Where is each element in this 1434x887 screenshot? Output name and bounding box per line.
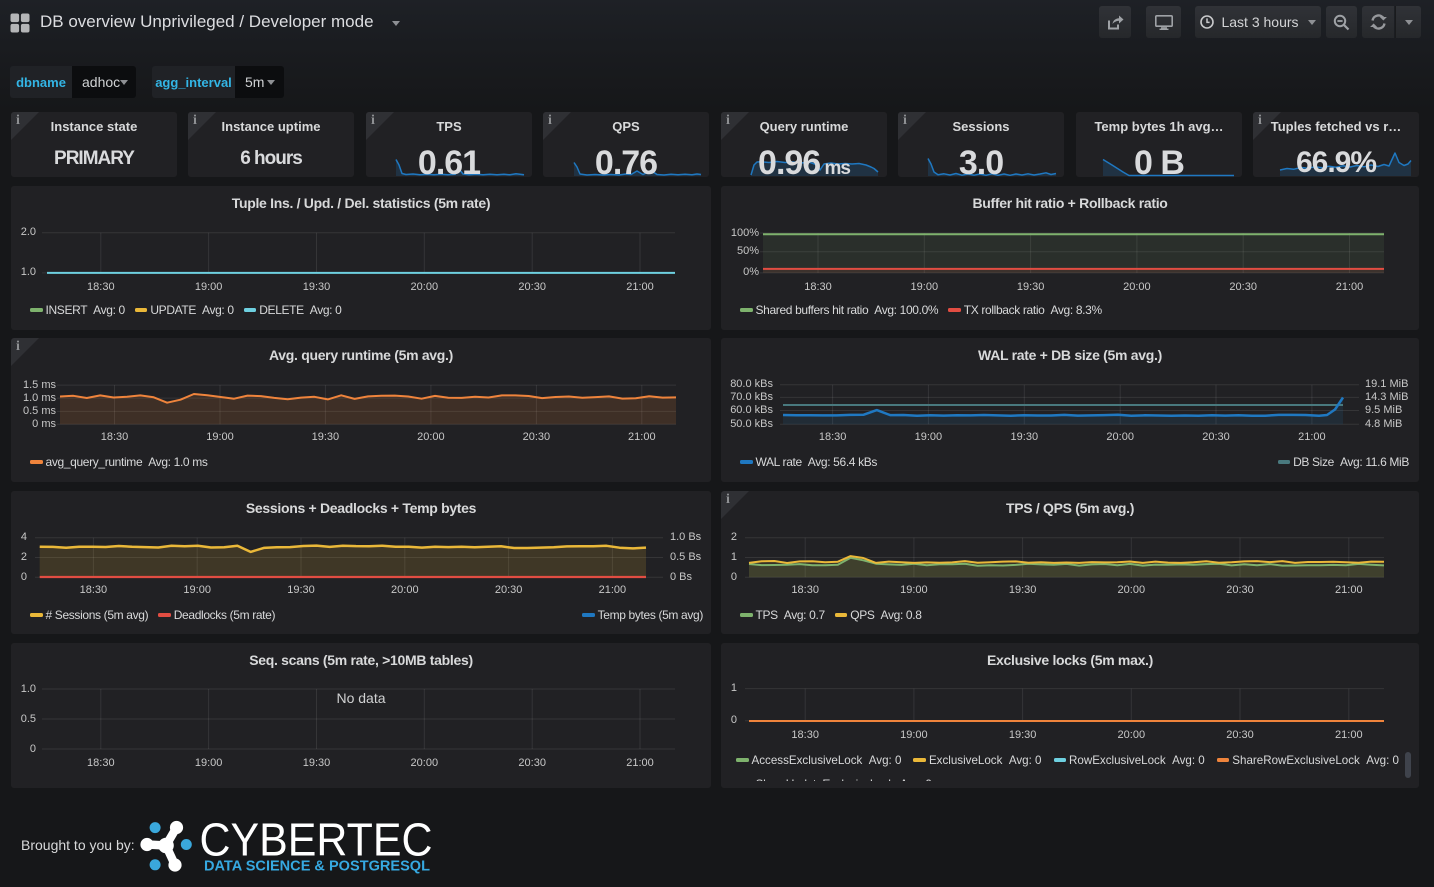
svg-text:DATA SCIENCE & POSTGRESQL: DATA SCIENCE & POSTGRESQL	[204, 859, 430, 875]
